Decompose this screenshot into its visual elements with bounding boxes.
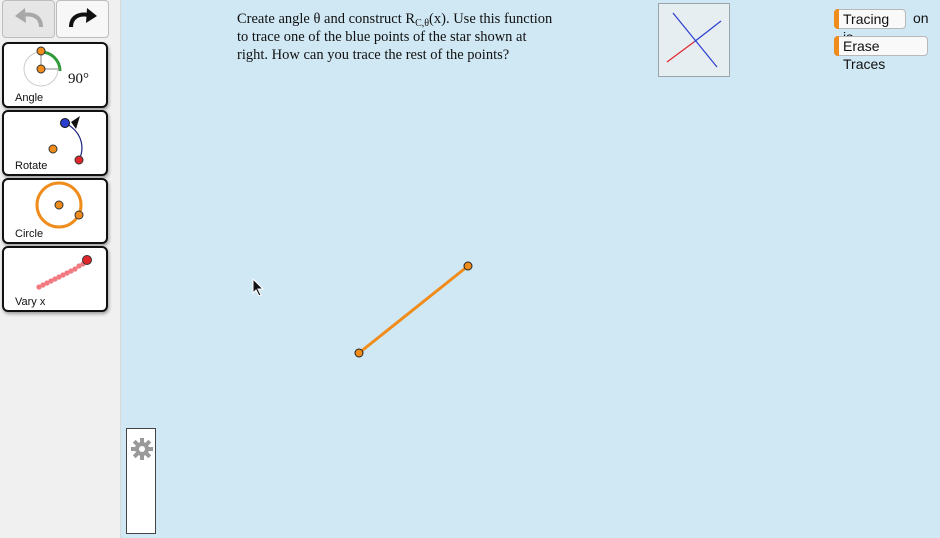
instructions-text: Create angle θ and construct RC,θ(x). Us… bbox=[237, 10, 637, 64]
instructions-line1-post: (x). Use this function bbox=[429, 11, 553, 27]
erase-traces-button[interactable]: Erase Traces bbox=[834, 36, 928, 72]
tool-label-angle: Angle bbox=[15, 92, 44, 104]
tool-vary-x[interactable]: Vary x bbox=[2, 246, 108, 312]
angle-value: 90° bbox=[68, 71, 89, 87]
segment[interactable] bbox=[358, 264, 469, 355]
instructions-line2: to trace one of the blue points of the s… bbox=[237, 29, 527, 45]
settings-panel bbox=[126, 428, 156, 534]
tool-angle[interactable]: 90° Angle bbox=[2, 42, 108, 108]
tool-label-vary-x: Vary x bbox=[15, 296, 46, 308]
tracing-toggle-button[interactable]: Tracing is bbox=[834, 9, 906, 45]
tool-label-circle: Circle bbox=[15, 228, 44, 240]
tool-label-rotate: Rotate bbox=[15, 160, 48, 172]
gear-icon[interactable] bbox=[128, 435, 156, 463]
redo-arrow-icon bbox=[68, 8, 97, 28]
star-preview-lines bbox=[666, 12, 722, 68]
instructions-line3: right. How can you trace the rest of the… bbox=[237, 47, 510, 63]
tool-sidebar: 90° Angle Rotate Circle Vary x bbox=[0, 0, 121, 538]
tracing-state: on bbox=[913, 10, 929, 26]
segment-endpoint-a[interactable] bbox=[354, 348, 364, 358]
tool-rotate[interactable]: Rotate bbox=[2, 110, 108, 176]
segment-endpoint-b[interactable] bbox=[463, 261, 473, 271]
star-preview-image bbox=[658, 3, 730, 77]
instructions-line1-pre: Create angle θ and construct R bbox=[237, 11, 416, 27]
sketch-canvas[interactable] bbox=[120, 0, 940, 538]
mouse-cursor-icon bbox=[252, 278, 265, 297]
redo-button[interactable] bbox=[56, 0, 109, 38]
undo-arrow-icon bbox=[14, 8, 43, 28]
undo-button[interactable] bbox=[2, 0, 55, 38]
tool-circle[interactable]: Circle bbox=[2, 178, 108, 244]
